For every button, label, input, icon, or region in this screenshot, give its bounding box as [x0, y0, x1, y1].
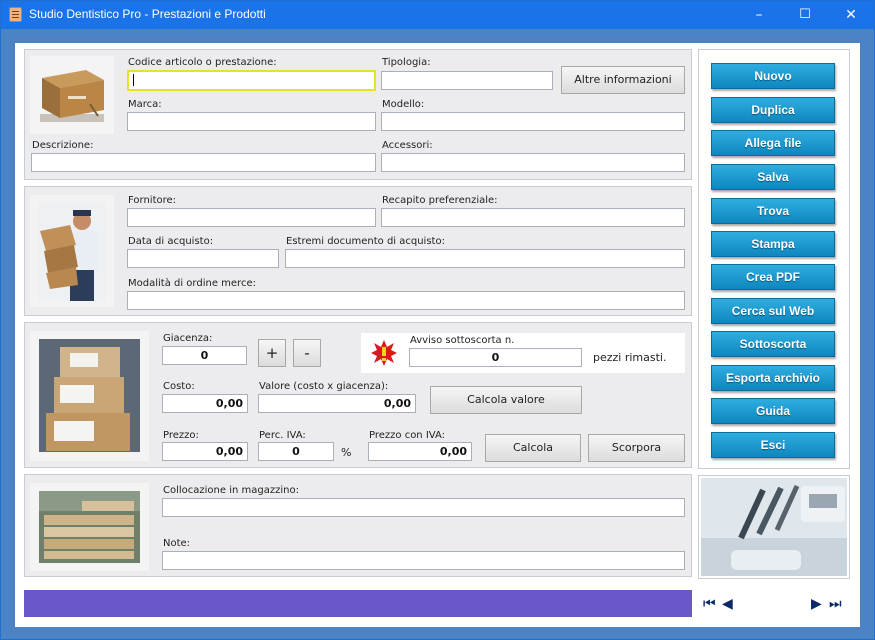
status-bar: [24, 590, 692, 617]
avviso-sottoscorta-label: Avviso sottoscorta n.: [410, 335, 515, 346]
text-caret: [133, 74, 134, 86]
product-box-photo: [30, 56, 114, 134]
dental-photo: [698, 475, 850, 579]
avviso-sottoscorta-input[interactable]: 0: [409, 348, 582, 367]
allega-file-button[interactable]: Allega file: [711, 130, 835, 156]
minimize-button[interactable]: –: [736, 1, 782, 29]
supplier-panel: Fornitore: Recapito preferenziale: Data …: [24, 186, 692, 316]
stampa-button[interactable]: Stampa: [711, 231, 835, 257]
prezzo-label: Prezzo:: [163, 430, 199, 441]
duplica-button[interactable]: Duplica: [711, 97, 835, 123]
decrease-stock-button[interactable]: -: [293, 339, 321, 367]
delivery-man-photo: [30, 195, 114, 307]
data-acquisto-input[interactable]: [127, 249, 279, 268]
percent-sign: %: [341, 446, 352, 459]
marca-input[interactable]: [127, 112, 376, 131]
collocazione-input[interactable]: [162, 498, 685, 517]
codice-label: Codice articolo o prestazione:: [128, 57, 277, 68]
delivery-man-image: [30, 195, 114, 307]
next-record-button[interactable]: ▶: [811, 595, 822, 613]
pezzi-rimasti-label: pezzi rimasti.: [593, 351, 667, 364]
stacked-boxes-image: [30, 331, 149, 461]
descrizione-input[interactable]: [31, 153, 376, 172]
costo-input[interactable]: 0,00: [162, 394, 248, 413]
article-panel: Codice articolo o prestazione: Tipologia…: [24, 49, 692, 180]
window-title: Studio Dentistico Pro - Prestazioni e Pr…: [29, 7, 266, 21]
giacenza-input[interactable]: 0: [162, 346, 247, 365]
last-record-button[interactable]: ⏭: [829, 595, 841, 613]
prezzo-input[interactable]: 0,00: [162, 442, 248, 461]
title-bar: Studio Dentistico Pro - Prestazioni e Pr…: [1, 1, 874, 29]
perc-iva-input[interactable]: 0: [258, 442, 334, 461]
tipologia-input[interactable]: [381, 71, 553, 90]
valore-input[interactable]: 0,00: [258, 394, 416, 413]
calcola-valore-button[interactable]: Calcola valore: [430, 386, 582, 414]
calcola-button[interactable]: Calcola: [485, 434, 581, 462]
fornitore-label: Fornitore:: [128, 195, 177, 206]
warning-burst-icon: [371, 340, 397, 366]
esci-button[interactable]: Esci: [711, 432, 835, 458]
perc-iva-label: Perc. IVA:: [259, 430, 306, 441]
trova-button[interactable]: Trova: [711, 198, 835, 224]
prezzo-iva-input[interactable]: 0,00: [368, 442, 472, 461]
descrizione-label: Descrizione:: [32, 140, 94, 151]
modello-label: Modello:: [382, 99, 425, 110]
accessori-input[interactable]: [381, 153, 685, 172]
tipologia-label: Tipologia:: [382, 57, 431, 68]
marca-label: Marca:: [128, 99, 162, 110]
modello-input[interactable]: [381, 112, 685, 131]
cerca-sul-web-button[interactable]: Cerca sul Web: [711, 298, 835, 324]
dental-instruments-image: [701, 478, 847, 576]
modalita-label: Modalità di ordine merce:: [128, 278, 256, 289]
prezzo-iva-label: Prezzo con IVA:: [369, 430, 446, 441]
accessori-label: Accessori:: [382, 140, 433, 151]
fornitore-input[interactable]: [127, 208, 376, 227]
recapito-input[interactable]: [381, 208, 685, 227]
previous-record-button[interactable]: ◀: [722, 595, 733, 613]
esporta-archivio-button[interactable]: Esporta archivio: [711, 365, 835, 391]
app-notepad-icon: [9, 7, 22, 22]
first-record-button[interactable]: ⏮: [703, 595, 715, 613]
estremi-input[interactable]: [285, 249, 685, 268]
client-area: Codice articolo o prestazione: Tipologia…: [9, 37, 866, 633]
note-input[interactable]: [162, 551, 685, 570]
stock-panel: Giacenza: 0 + - Avviso sottoscorta n. 0 …: [24, 322, 692, 468]
warehouse-shelf-image: [30, 483, 149, 571]
giacenza-label: Giacenza:: [163, 333, 213, 344]
valore-label: Valore (costo x giacenza):: [259, 381, 389, 392]
altre-informazioni-button[interactable]: Altre informazioni: [561, 66, 685, 94]
salva-button[interactable]: Salva: [711, 164, 835, 190]
recapito-label: Recapito preferenziale:: [382, 195, 498, 206]
guida-button[interactable]: Guida: [711, 398, 835, 424]
increase-stock-button[interactable]: +: [258, 339, 286, 367]
command-sidebar: Nuovo Duplica Allega file Salva Trova St…: [698, 49, 850, 469]
codice-input[interactable]: [127, 70, 376, 91]
data-acquisto-label: Data di acquisto:: [128, 236, 214, 247]
form-frame: Codice articolo o prestazione: Tipologia…: [15, 43, 860, 627]
costo-label: Costo:: [163, 381, 195, 392]
collocazione-label: Collocazione in magazzino:: [163, 485, 299, 496]
app-window: Studio Dentistico Pro - Prestazioni e Pr…: [0, 0, 875, 640]
crea-pdf-button[interactable]: Crea PDF: [711, 264, 835, 290]
location-panel: Collocazione in magazzino: Note:: [24, 474, 692, 577]
sottoscorta-button[interactable]: Sottoscorta: [711, 331, 835, 357]
close-button[interactable]: ✕: [828, 1, 874, 29]
modalita-input[interactable]: [127, 291, 685, 310]
scorpora-button[interactable]: Scorpora: [588, 434, 685, 462]
nuovo-button[interactable]: Nuovo: [711, 63, 835, 89]
stacked-boxes-photo: [30, 331, 149, 461]
estremi-label: Estremi documento di acquisto:: [286, 236, 445, 247]
cardboard-box-image: [30, 56, 114, 134]
warehouse-shelf-photo: [30, 483, 149, 571]
understock-alert-box: Avviso sottoscorta n. 0 pezzi rimasti.: [361, 333, 685, 373]
maximize-button[interactable]: ☐: [782, 1, 828, 29]
note-label: Note:: [163, 538, 191, 549]
